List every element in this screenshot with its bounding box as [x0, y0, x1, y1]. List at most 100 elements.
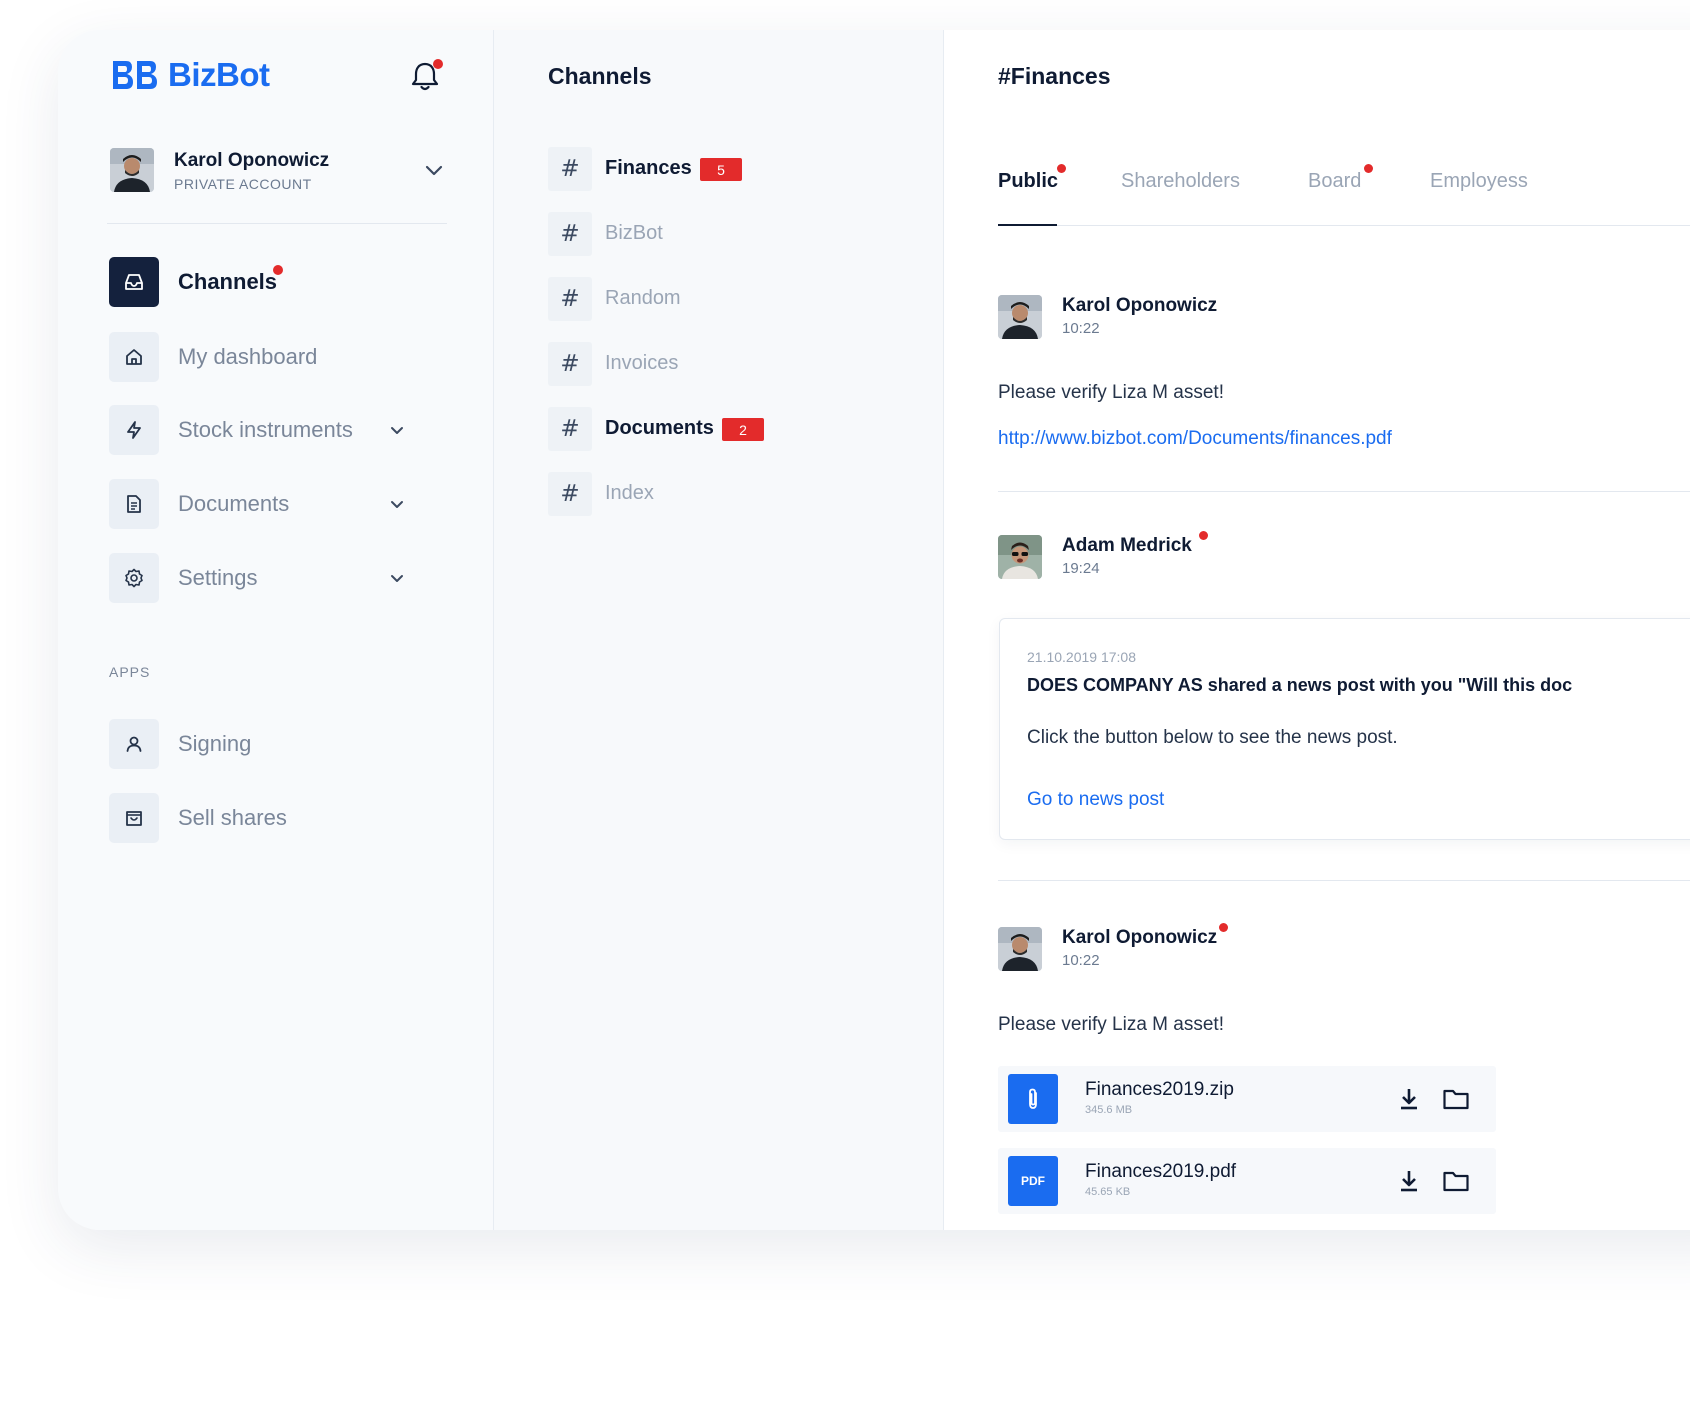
message-text: Please verify Liza M asset!	[998, 1014, 1224, 1035]
channel-item-documents[interactable]: # Documents 2	[548, 407, 928, 451]
file-name: Finances2019.zip	[1085, 1079, 1234, 1100]
tab-dot	[1364, 164, 1373, 173]
message-divider	[998, 880, 1690, 881]
chevron-down-icon[interactable]	[387, 568, 407, 588]
hash-icon: #	[548, 342, 592, 386]
active-tab-indicator	[998, 224, 1057, 226]
message-header: Adam Medrick 19:24	[998, 531, 1398, 581]
nav-item-my-dashboard[interactable]: My dashboard	[109, 332, 429, 382]
notifications-button[interactable]	[408, 58, 443, 92]
tabs-divider	[998, 225, 1690, 226]
nav-item-documents[interactable]: Documents	[109, 479, 429, 529]
message-text: Please verify Liza M asset!	[998, 382, 1224, 403]
chevron-down-icon[interactable]	[387, 494, 407, 514]
download-icon[interactable]	[1397, 1168, 1421, 1194]
channel-item-finances[interactable]: # Finances 5	[548, 147, 928, 191]
presence-dot	[1199, 531, 1208, 540]
message-author[interactable]: Karol Oponowicz	[1062, 295, 1217, 317]
hash-icon: #	[548, 277, 592, 321]
message-time: 10:22	[1062, 320, 1100, 337]
chevron-down-icon[interactable]	[387, 420, 407, 440]
folder-icon[interactable]	[1442, 1168, 1470, 1194]
document-icon	[109, 479, 159, 529]
tab-public[interactable]: Public	[998, 170, 1058, 193]
unread-badge: 2	[722, 418, 764, 441]
message-author[interactable]: Karol Oponowicz	[1062, 927, 1217, 949]
home-icon	[109, 332, 159, 382]
tab-dot	[1057, 164, 1066, 173]
channels-panel: Channels # Finances 5 # BizBot # Random …	[493, 30, 943, 1230]
nav-label: Channels	[178, 269, 278, 294]
tab-board[interactable]: Board	[1308, 170, 1361, 193]
presence-dot	[1219, 923, 1228, 932]
channels-title: Channels	[548, 63, 652, 89]
hash-icon: #	[548, 407, 592, 451]
paperclip-icon	[1008, 1074, 1058, 1124]
user-icon	[109, 719, 159, 769]
brand-logo[interactable]: BizBot	[110, 56, 270, 94]
nav-label: Signing	[178, 731, 252, 756]
nav-label: Documents	[178, 491, 290, 516]
chat-panel: #Finances Public Shareholders Board Empl…	[943, 30, 1690, 1230]
gear-icon	[109, 553, 159, 603]
nav-item-signing[interactable]: Signing	[109, 719, 429, 769]
avatar[interactable]	[998, 535, 1042, 579]
message-author[interactable]: Adam Medrick	[1062, 535, 1192, 557]
apps-section-label: APPS	[109, 664, 151, 680]
lightning-icon	[109, 405, 159, 455]
sidebar: BizBot Karol Oponowicz PRIVATE ACCOUNT C…	[58, 30, 493, 1230]
account-type: PRIVATE ACCOUNT	[174, 176, 312, 192]
channel-title: #Finances	[998, 63, 1111, 89]
avatar[interactable]	[998, 927, 1042, 971]
channel-name: Finances	[605, 157, 692, 179]
inbox-icon	[109, 257, 159, 307]
download-icon[interactable]	[1397, 1086, 1421, 1112]
nav-label: Sell shares	[178, 805, 287, 830]
shared-news-card: 21.10.2019 17:08 DOES COMPANY AS shared …	[999, 618, 1690, 840]
nav-item-sell-shares[interactable]: Sell shares	[109, 793, 429, 843]
hash-icon: #	[548, 212, 592, 256]
channel-item-bizbot[interactable]: # BizBot	[548, 212, 928, 256]
message-header: Karol Oponowicz 10:22	[998, 295, 1398, 341]
nav-label: My dashboard	[178, 344, 318, 369]
channel-item-invoices[interactable]: # Invoices	[548, 342, 928, 386]
bag-icon	[109, 793, 159, 843]
file-name: Finances2019.pdf	[1085, 1161, 1237, 1182]
card-date: 21.10.2019 17:08	[1027, 649, 1136, 665]
file-attachment[interactable]: Finances2019.zip 345.6 MB	[998, 1066, 1496, 1132]
hash-icon: #	[548, 472, 592, 516]
account-switcher[interactable]: Karol Oponowicz PRIVATE ACCOUNT	[110, 148, 446, 196]
channel-item-index[interactable]: # Index	[548, 472, 928, 516]
folder-icon[interactable]	[1442, 1086, 1470, 1112]
nav-dot	[273, 265, 283, 275]
divider	[107, 223, 447, 224]
channel-name: Random	[605, 287, 681, 309]
channel-name: Documents	[605, 417, 714, 439]
nav-item-stock-instruments[interactable]: Stock instruments	[109, 405, 429, 455]
channel-name: Invoices	[605, 352, 679, 374]
brand-name: BizBot	[168, 56, 270, 93]
unread-badge: 5	[700, 158, 742, 181]
tab-employess[interactable]: Employess	[1430, 170, 1528, 193]
channel-name: Index	[605, 482, 654, 504]
avatar[interactable]	[998, 295, 1042, 339]
app-window: BizBot Karol Oponowicz PRIVATE ACCOUNT C…	[58, 30, 1690, 1230]
chevron-down-icon[interactable]	[422, 158, 446, 182]
channel-item-random[interactable]: # Random	[548, 277, 928, 321]
avatar	[110, 148, 154, 192]
nav-item-channels[interactable]: Channels	[109, 257, 429, 307]
account-name: Karol Oponowicz	[174, 150, 330, 171]
nav-item-settings[interactable]: Settings	[109, 553, 429, 603]
file-attachment[interactable]: PDF Finances2019.pdf 45.65 KB	[998, 1148, 1496, 1214]
file-size: 45.65 KB	[1085, 1186, 1131, 1198]
message-header: Karol Oponowicz 10:22	[998, 923, 1398, 973]
file-size: 345.6 MB	[1085, 1104, 1133, 1116]
go-to-news-post-link[interactable]: Go to news post	[1027, 789, 1164, 811]
tab-bar: Public Shareholders Board Employess	[998, 164, 1690, 226]
message-link[interactable]: http://www.bizbot.com/Documents/finances…	[998, 428, 1392, 450]
nav-label: Stock instruments	[178, 417, 353, 442]
message-divider	[998, 491, 1690, 492]
bizbot-logo-icon	[113, 61, 157, 89]
hash-icon: #	[548, 147, 592, 191]
tab-shareholders[interactable]: Shareholders	[1121, 170, 1240, 193]
